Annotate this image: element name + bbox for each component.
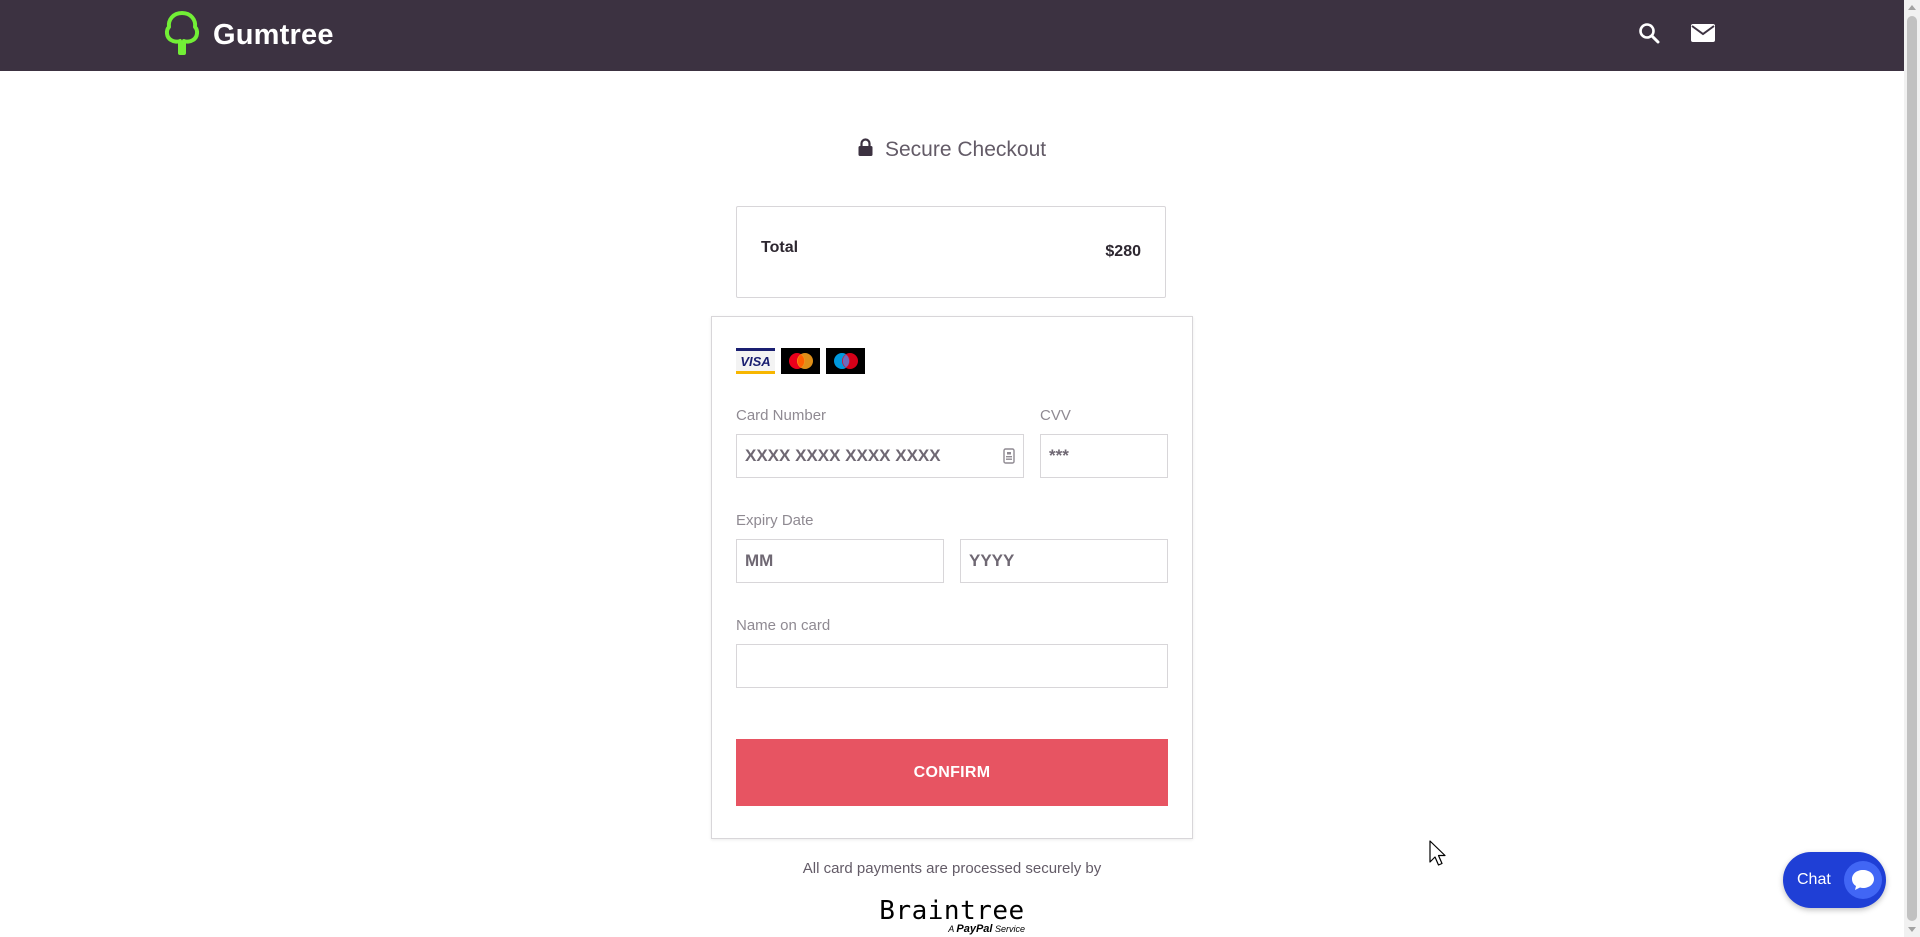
expiry-month-input[interactable] [737, 540, 943, 582]
card-number-input[interactable] [737, 435, 1023, 477]
braintree-logo: Braintree A PayPal Service [879, 896, 1025, 935]
brand-name: Gumtree [213, 19, 334, 51]
name-on-card-label: Name on card [736, 617, 831, 634]
card-number-label: Card Number [736, 407, 827, 424]
page-title: Secure Checkout [885, 138, 1047, 161]
gumtree-logo[interactable]: Gumtree [163, 9, 334, 62]
total-label: Total [761, 239, 799, 256]
page-scrollbar[interactable] [1904, 0, 1920, 937]
chat-label: Chat [1797, 871, 1831, 888]
expiry-year-field[interactable] [960, 539, 1168, 583]
mouse-cursor-icon [1429, 840, 1447, 873]
secure-checkout-heading: Secure Checkout [858, 138, 1046, 162]
expiry-date-label: Expiry Date [736, 512, 814, 529]
cvv-field[interactable] [1040, 434, 1168, 478]
cvv-label: CVV [1040, 407, 1071, 424]
card-autofill-icon[interactable] [1003, 448, 1015, 469]
maestro-card-icon [826, 348, 865, 374]
card-number-field[interactable] [736, 434, 1024, 478]
payment-processor-notice: All card payments are processed securely… [802, 860, 1102, 877]
order-total-box: Total $280 [736, 206, 1166, 298]
total-value: $280 [1105, 243, 1141, 260]
name-on-card-field[interactable] [736, 644, 1168, 688]
confirm-button[interactable]: CONFIRM [736, 739, 1168, 806]
mastercard-icon [781, 348, 820, 374]
braintree-wordmark: Braintree [879, 896, 1025, 926]
tree-icon [163, 9, 201, 62]
top-navigation-bar: Gumtree [0, 0, 1904, 71]
chat-bubble-icon [1844, 861, 1882, 899]
lock-icon [858, 138, 873, 162]
cvv-input[interactable] [1041, 435, 1167, 477]
chat-button[interactable]: Chat [1783, 852, 1886, 908]
expiry-year-input[interactable] [961, 540, 1167, 582]
scroll-up-arrow-icon[interactable] [1908, 5, 1916, 10]
mail-icon[interactable] [1690, 20, 1716, 46]
visa-card-icon: VISA [736, 348, 775, 374]
expiry-month-field[interactable] [736, 539, 944, 583]
accepted-cards: VISA [736, 348, 865, 374]
scrollbar-thumb[interactable] [1907, 16, 1917, 921]
search-icon[interactable] [1636, 20, 1662, 46]
card-payment-form: VISA Card Number XXXX XXXX XXXX XXXX CVV… [711, 316, 1193, 839]
scroll-down-arrow-icon[interactable] [1908, 927, 1916, 932]
name-on-card-input[interactable] [737, 645, 1167, 687]
